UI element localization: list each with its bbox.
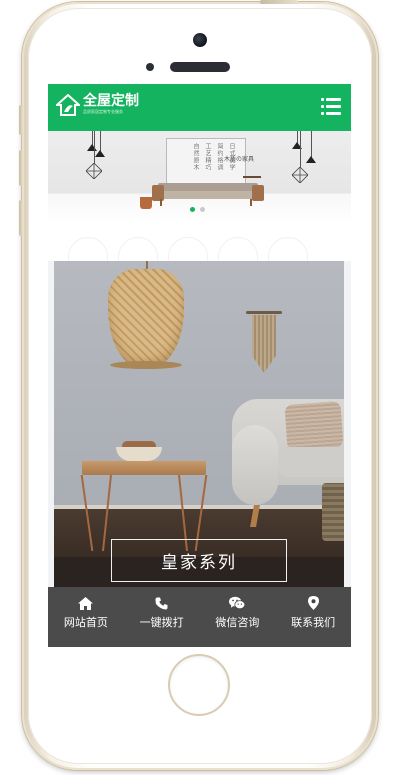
phone-screen: 全屋定制 品质家居定制专业服务 日式美学 简约格调 工艺精巧 自然原木 木质の家… <box>48 84 351 647</box>
section-divider <box>48 223 351 277</box>
woven-basket <box>322 483 344 541</box>
nav-label: 网站首页 <box>63 616 108 629</box>
banner-sofa-leg <box>160 199 162 206</box>
rattan-lamp-rim <box>110 361 182 369</box>
geometric-lamp <box>86 163 102 179</box>
front-camera <box>193 33 207 47</box>
art-line: 工艺精巧 <box>204 143 211 171</box>
side-table-top <box>82 461 206 475</box>
product-series-card[interactable]: 皇家系列 <box>54 261 344 587</box>
nav-item-wechat[interactable]: 微信咨询 <box>200 587 276 647</box>
banner-sofa-seat <box>156 191 258 199</box>
nav-label: 联系我们 <box>291 616 336 629</box>
armchair-cushion <box>278 447 344 477</box>
series-title: 皇家系列 <box>161 553 237 573</box>
hero-banner[interactable]: 日式美学 简约格调 工艺精巧 自然原木 木质の家具 <box>48 131 351 223</box>
rattan-pendant-lamp <box>108 269 184 367</box>
geometric-lamp <box>292 167 308 183</box>
earpiece-speaker <box>170 62 230 72</box>
macrame-wall-hanging <box>246 311 282 373</box>
site-header: 全屋定制 品质家居定制专业服务 <box>48 84 351 131</box>
house-logo-icon <box>54 93 82 116</box>
phone-home-button[interactable] <box>168 654 230 716</box>
banner-sofa-arm <box>252 185 264 201</box>
bottom-navigation: 网站首页 一键拨打 微信咨询 联系我们 <box>48 587 351 647</box>
banner-plant-pot <box>140 197 152 209</box>
banner-brand-text: 木质の家具 <box>224 156 255 163</box>
banner-pagination <box>190 207 205 212</box>
pendant-lamp-cord <box>311 131 312 157</box>
pendant-lamp <box>306 156 316 163</box>
phone-volume-up <box>19 150 23 186</box>
decorative-bowl <box>116 447 162 461</box>
phone-power-button <box>260 0 298 4</box>
nav-label: 一键拨打 <box>139 616 184 629</box>
nav-item-home[interactable]: 网站首页 <box>48 587 124 647</box>
pendant-lamp-cord <box>94 131 95 163</box>
banner-dot-active[interactable] <box>190 207 195 212</box>
phone-mute-switch <box>19 105 23 135</box>
phone-icon <box>154 596 170 610</box>
banner-side-table <box>243 176 261 178</box>
art-line: 简约格调 <box>216 143 223 171</box>
banner-sofa-leg <box>250 199 252 206</box>
pendant-lamp <box>95 150 105 157</box>
logo-subtitle: 品质家居定制专业服务 <box>83 109 123 114</box>
site-logo[interactable]: 全屋定制 品质家居定制专业服务 <box>54 93 139 116</box>
pendant-lamp-cord <box>92 131 93 145</box>
wechat-icon <box>229 596 246 610</box>
phone-volume-down <box>19 200 23 236</box>
location-pin-icon <box>305 596 321 610</box>
banner-dot[interactable] <box>200 207 205 212</box>
pendant-lamp-cord <box>100 131 101 151</box>
logo-title: 全屋定制 <box>83 93 139 109</box>
pendant-lamp-cord <box>300 131 301 167</box>
art-line: 自然原木 <box>192 143 199 171</box>
banner-sofa-arm <box>152 185 164 201</box>
knit-pillow <box>284 401 344 451</box>
menu-list-icon[interactable] <box>321 98 341 116</box>
nav-item-contact[interactable]: 联系我们 <box>275 587 351 647</box>
series-title-box[interactable]: 皇家系列 <box>111 539 287 582</box>
nav-item-call[interactable]: 一键拨打 <box>124 587 200 647</box>
home-icon <box>78 596 94 610</box>
nav-label: 微信咨询 <box>215 616 260 629</box>
wall-art-frame: 日式美学 简约格调 工艺精巧 自然原木 <box>166 138 246 188</box>
armchair-arm <box>232 425 278 505</box>
proximity-sensor <box>146 63 154 71</box>
